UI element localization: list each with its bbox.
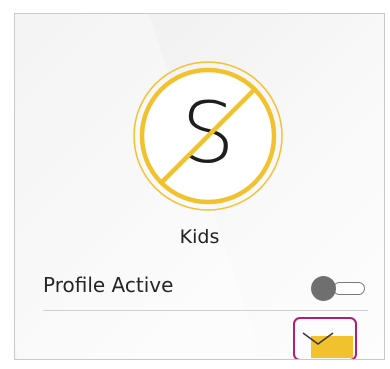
profile-active-toggle[interactable] — [311, 276, 367, 301]
expand-button[interactable] — [293, 317, 357, 359]
toggle-track — [333, 282, 365, 295]
chevron-down-icon — [302, 332, 334, 345]
profile-disabled-icon[interactable]: S — [132, 60, 284, 212]
profile-active-label: Profile Active — [43, 273, 174, 297]
profile-active-row: Profile Active — [43, 272, 366, 308]
toggle-thumb — [311, 276, 336, 301]
divider — [43, 310, 368, 311]
profile-name: Kids — [179, 226, 220, 248]
profile-card: S Kids Profile Active — [14, 13, 385, 360]
profile-avatar-graphic: S — [133, 61, 283, 211]
